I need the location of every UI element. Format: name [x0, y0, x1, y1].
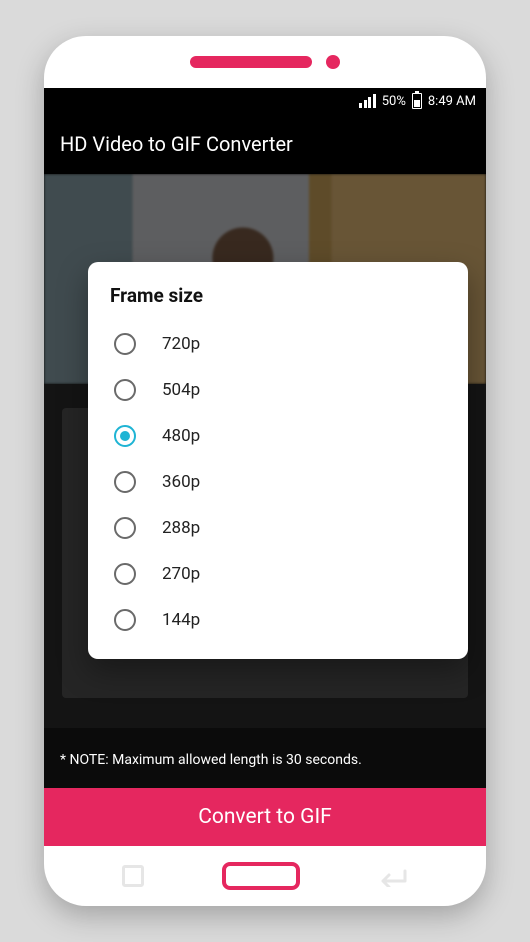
- option-480p[interactable]: 480p: [110, 413, 446, 459]
- radio-icon: [114, 563, 136, 585]
- phone-top-bezel: [44, 36, 486, 88]
- option-label: 360p: [162, 472, 200, 492]
- option-label: 270p: [162, 564, 200, 584]
- convert-button[interactable]: Convert to GIF: [44, 788, 486, 846]
- option-288p[interactable]: 288p: [110, 505, 446, 551]
- nav-recent-icon[interactable]: [122, 865, 144, 887]
- option-label: 480p: [162, 426, 200, 446]
- status-time: 8:49 AM: [428, 94, 476, 109]
- radio-icon: [114, 333, 136, 355]
- radio-icon: [114, 425, 136, 447]
- app-title-bar: HD Video to GIF Converter: [44, 114, 486, 174]
- radio-icon: [114, 379, 136, 401]
- nav-home-button[interactable]: [222, 862, 300, 890]
- phone-camera: [326, 55, 340, 69]
- option-360p[interactable]: 360p: [110, 459, 446, 505]
- option-label: 288p: [162, 518, 200, 538]
- phone-nav-bar: [44, 846, 486, 906]
- option-504p[interactable]: 504p: [110, 367, 446, 413]
- option-label: 720p: [162, 334, 200, 354]
- option-144p[interactable]: 144p: [110, 597, 446, 643]
- status-bar: 50% 8:49 AM: [44, 88, 486, 114]
- option-270p[interactable]: 270p: [110, 551, 446, 597]
- option-720p[interactable]: 720p: [110, 321, 446, 367]
- radio-icon: [114, 517, 136, 539]
- battery-icon: [412, 93, 422, 109]
- app-title: HD Video to GIF Converter: [60, 132, 293, 156]
- radio-icon: [114, 471, 136, 493]
- dialog-title: Frame size: [110, 284, 446, 307]
- screen: 50% 8:49 AM HD Video to GIF Converter Fr…: [44, 88, 486, 846]
- battery-percent: 50%: [382, 94, 406, 109]
- option-label: 144p: [162, 610, 200, 630]
- note-text: * NOTE: Maximum allowed length is 30 sec…: [44, 752, 486, 768]
- radio-icon: [114, 609, 136, 631]
- nav-back-icon[interactable]: [378, 865, 408, 887]
- frame-size-dialog: Frame size 720p 504p 480p 360p 288p: [88, 262, 468, 659]
- phone-speaker: [190, 56, 312, 68]
- signal-icon: [358, 94, 376, 108]
- convert-button-label: Convert to GIF: [198, 805, 332, 829]
- option-label: 504p: [162, 380, 200, 400]
- phone-frame: 50% 8:49 AM HD Video to GIF Converter Fr…: [44, 36, 486, 906]
